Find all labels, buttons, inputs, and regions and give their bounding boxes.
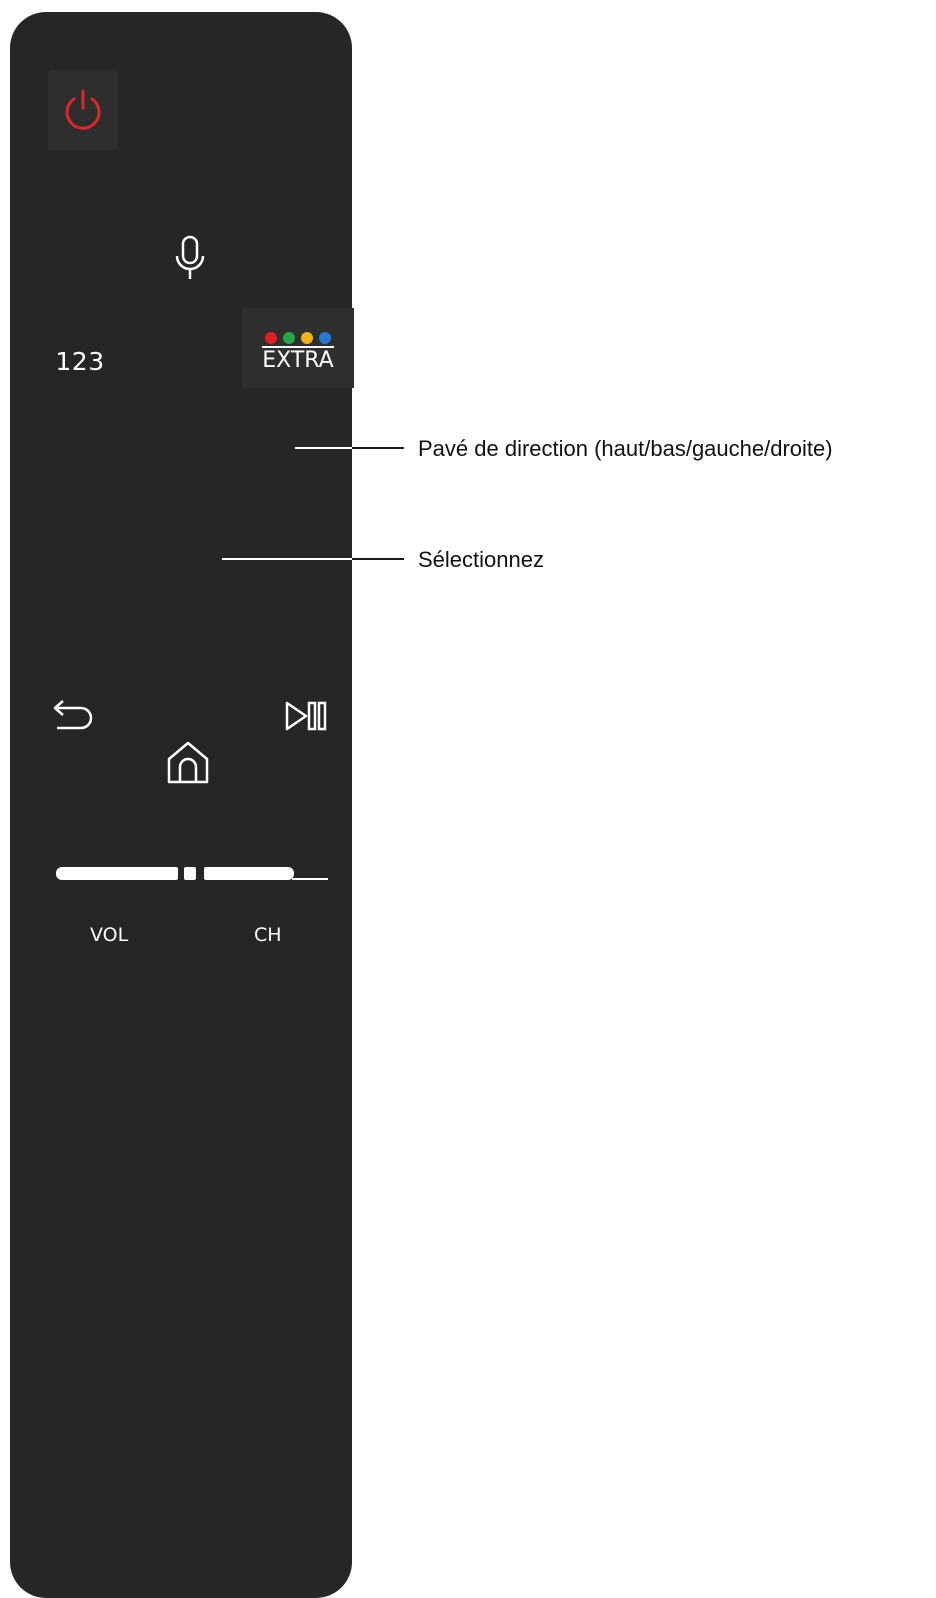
home-button[interactable] — [157, 732, 219, 792]
direction-pad-leader-inner — [295, 447, 352, 449]
extra-button[interactable]: EXTRA — [242, 308, 354, 388]
back-button[interactable] — [45, 690, 101, 740]
extra-button-label: EXTRA — [262, 346, 334, 373]
play-pause-icon — [285, 701, 327, 731]
red-dot — [265, 332, 277, 344]
play-pause-button[interactable] — [278, 692, 336, 740]
blue-dot — [319, 332, 331, 344]
voice-button[interactable] — [165, 230, 215, 286]
green-dot — [283, 332, 295, 344]
volume-rocker[interactable] — [56, 867, 178, 880]
channel-rocker[interactable] — [204, 867, 294, 880]
channel-label: CH — [254, 924, 282, 946]
rocker-divider — [184, 867, 196, 880]
yellow-dot — [301, 332, 313, 344]
power-button[interactable] — [48, 70, 118, 150]
volume-label: VOL — [90, 924, 129, 946]
remote-control: 123 EXTRA VOL CH — [10, 12, 354, 1598]
microphone-icon — [175, 235, 205, 279]
direction-pad-callout: Pavé de direction (haut/bas/gauche/droit… — [418, 436, 833, 461]
power-icon — [65, 89, 101, 130]
select-callout: Sélectionnez — [418, 547, 544, 572]
number-button-label: 123 — [55, 346, 105, 376]
home-icon — [167, 741, 209, 784]
color-dots — [265, 332, 331, 344]
return-arrow-icon — [53, 700, 93, 730]
rocker-tail — [292, 878, 328, 880]
select-leader-inner — [222, 558, 352, 560]
direction-pad-leader — [352, 447, 404, 449]
select-leader — [352, 558, 404, 560]
number-button[interactable]: 123 — [40, 338, 120, 384]
